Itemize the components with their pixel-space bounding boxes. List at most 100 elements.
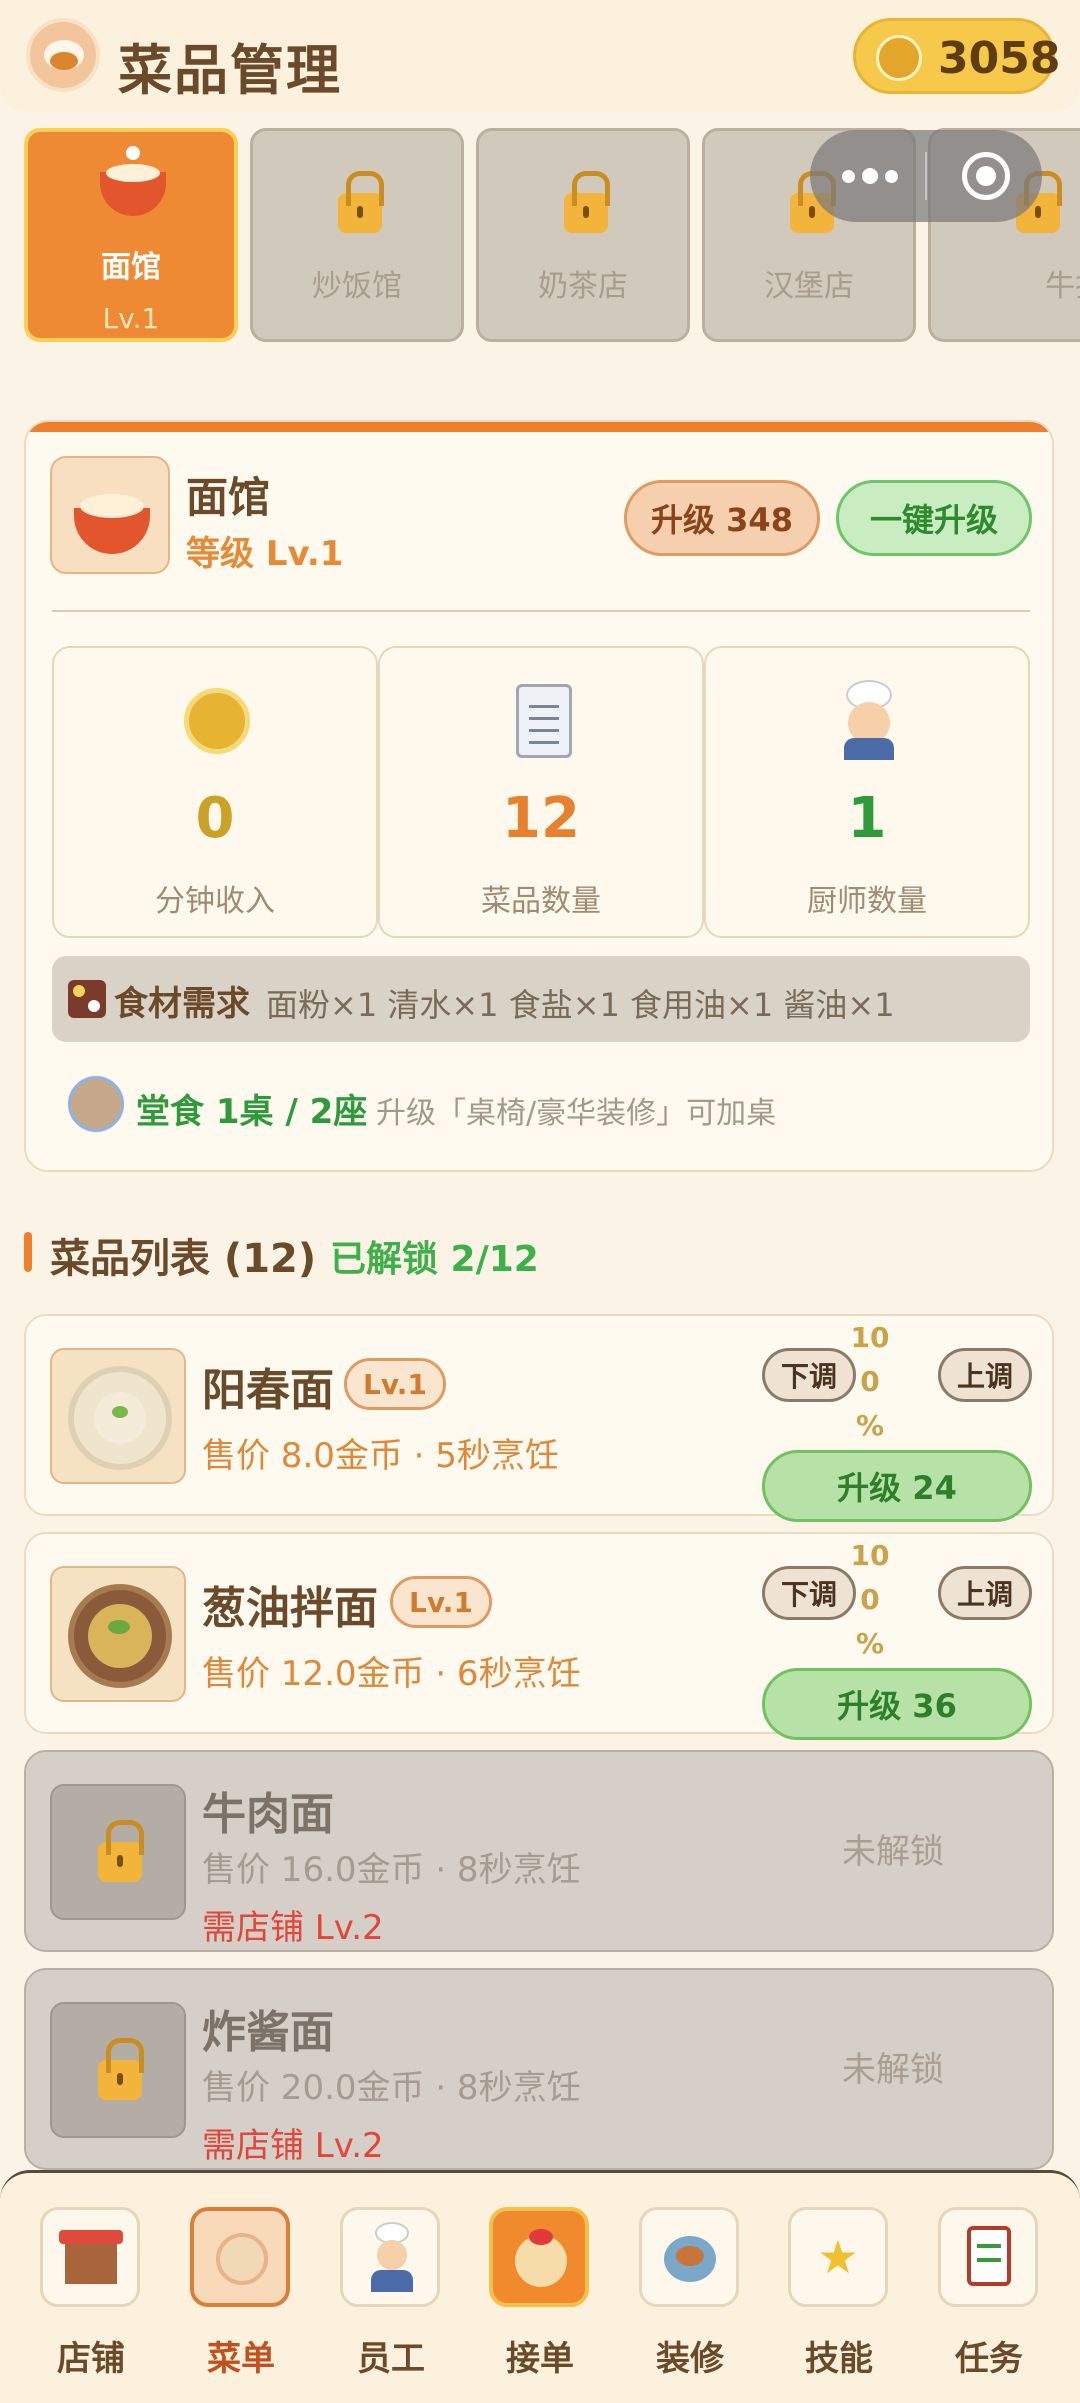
dish-image: [50, 1348, 186, 1484]
tab-label: 炒饭馆: [312, 269, 402, 304]
dish-name: 牛肉面: [202, 1789, 334, 1840]
section-accent-bar: [24, 1232, 32, 1272]
ingredient-requirements: 食材需求 面粉×1 清水×1 食盐×1 食用油×1 酱油×1: [52, 956, 1030, 1042]
nav-label: 任务: [955, 2339, 1023, 2379]
shop-level: 等级 Lv.1: [186, 534, 344, 574]
tab-shop-milk-tea[interactable]: 奶茶店: [476, 128, 690, 342]
dish-price-time: 售价 16.0金币 · 8秒烹饪: [202, 1850, 581, 1890]
menu-clipboard-icon: [516, 684, 572, 758]
nav-label: 菜单: [207, 2339, 275, 2379]
dine-in-hint: 升级「桌椅/豪华装修」可加桌: [376, 1096, 777, 1131]
tab-label: 汉堡店: [764, 269, 854, 304]
dish-card-zhajiang-noodles: 炸酱面 售价 20.0金币 · 8秒烹饪 需店铺 Lv.2 未解锁: [24, 1968, 1054, 2170]
task-icon: [938, 2207, 1038, 2307]
stat-value: 0: [195, 786, 235, 851]
dish-name: 阳春面: [202, 1365, 334, 1416]
top-header: 菜品管理 3058: [0, 0, 1080, 112]
unlocked-count: 已解锁 2/12: [330, 1239, 539, 1280]
lock-icon: [564, 171, 610, 233]
locked-status: 未解锁: [842, 2050, 944, 2090]
price-up-button[interactable]: 上调: [938, 1348, 1032, 1402]
more-icon[interactable]: [810, 130, 926, 222]
dish-price-time: 售价 12.0金币 · 6秒烹饪: [202, 1654, 581, 1694]
upgrade-shop-button[interactable]: 升级 348: [624, 480, 820, 556]
player-avatar[interactable]: [26, 18, 100, 92]
nav-label: 装修: [656, 2339, 724, 2379]
percent-digit: 10: [850, 1539, 890, 1572]
dish-price-time: 售价 8.0金币 · 5秒烹饪: [202, 1436, 559, 1476]
dish-card-scallion-noodles: 葱油拌面 Lv.1 售价 12.0金币 · 6秒烹饪 下调 10 0 % 上调 …: [24, 1532, 1054, 1740]
shop-thumbnail: [50, 456, 170, 574]
chef-icon: [834, 680, 904, 760]
stat-value: 1: [847, 786, 887, 851]
page-title: 菜品管理: [118, 39, 342, 102]
divider: [52, 610, 1030, 612]
tab-label: 面馆: [101, 250, 161, 285]
staff-icon: [340, 2207, 440, 2307]
dish-image: [50, 2002, 186, 2138]
dish-upgrade-button[interactable]: 升级 24: [762, 1450, 1032, 1522]
dish-price-time: 售价 20.0金币 · 8秒烹饪: [202, 2068, 581, 2108]
coin-amount: 3058: [938, 33, 1061, 84]
percent-digit: 0: [860, 1583, 880, 1616]
tab-label: 牛排店: [1045, 269, 1080, 304]
nav-label: 接单: [506, 2339, 574, 2379]
price-percent: 10 0 %: [840, 1316, 900, 1448]
miniprogram-capsule: [810, 130, 1042, 222]
locked-status: 未解锁: [842, 1832, 944, 1872]
dining-table-icon: [68, 1076, 124, 1132]
percent-digit: 10: [850, 1321, 890, 1354]
shop-info-card: 面馆 等级 Lv.1 升级 348 一键升级 0 分钟收入 12 菜品数量 1 …: [24, 420, 1054, 1172]
skill-star-icon: ★: [788, 2207, 888, 2307]
one-click-upgrade-button[interactable]: 一键升级: [836, 480, 1032, 556]
coin-balance[interactable]: 3058: [853, 18, 1060, 94]
dish-name: 葱油拌面: [202, 1583, 378, 1634]
dish-card-yangchun: 阳春面 Lv.1 售价 8.0金币 · 5秒烹饪 下调 10 0 % 上调 升级…: [24, 1314, 1054, 1522]
price-percent: 10 0 %: [840, 1534, 900, 1666]
stat-caption: 分钟收入: [155, 884, 275, 919]
capsule-divider: [925, 152, 927, 200]
shop-icon: [40, 2207, 140, 2307]
tab-label: 奶茶店: [538, 269, 628, 304]
dine-in-capacity: 堂食 1桌 / 2座: [136, 1092, 368, 1132]
card-accent-bar: [26, 422, 1052, 432]
dish-level-badge: Lv.1: [390, 1576, 492, 1628]
stat-income: 0 分钟收入: [52, 646, 378, 938]
stat-caption: 厨师数量: [807, 884, 927, 919]
tab-shop-fried-rice[interactable]: 炒饭馆: [250, 128, 464, 342]
lock-icon: [98, 1820, 144, 1882]
stat-dish-count: 12 菜品数量: [378, 646, 704, 938]
shop-name: 面馆: [186, 473, 271, 522]
unlock-requirement: 需店铺 Lv.2: [202, 1908, 384, 1948]
price-up-button[interactable]: 上调: [938, 1566, 1032, 1620]
close-target-icon[interactable]: [962, 152, 1010, 200]
menu-icon: [190, 2207, 290, 2307]
tab-shop-noodle[interactable]: 面馆 Lv.1: [24, 128, 238, 342]
ingredients-list: 面粉×1 清水×1 食盐×1 食用油×1 酱油×1: [266, 986, 895, 1024]
noodle-bowl-icon: [100, 146, 166, 216]
tab-level: Lv.1: [102, 302, 160, 335]
stat-caption: 菜品数量: [481, 884, 601, 919]
percent-sign: %: [855, 1409, 885, 1442]
dish-image: [50, 1566, 186, 1702]
decor-icon: [639, 2207, 739, 2307]
lock-icon: [98, 2038, 144, 2100]
dish-image: [50, 1784, 186, 1920]
gold-coin-icon: [876, 35, 922, 81]
dish-level-badge: Lv.1: [344, 1358, 446, 1410]
unlock-requirement: 需店铺 Lv.2: [202, 2126, 384, 2166]
dish-card-beef-noodles: 牛肉面 售价 16.0金币 · 8秒烹饪 需店铺 Lv.2 未解锁: [24, 1750, 1054, 1952]
order-icon: [489, 2207, 589, 2307]
gold-coin-icon: [184, 688, 250, 754]
dish-name: 炸酱面: [202, 2007, 334, 2058]
percent-sign: %: [855, 1627, 885, 1660]
bottom-nav: 店铺 菜单 员工 接单 装修 ★ 技能 任务: [0, 2170, 1080, 2403]
stat-chef-count: 1 厨师数量: [704, 646, 1030, 938]
lock-icon: [338, 171, 384, 233]
nav-label: 员工: [357, 2339, 425, 2379]
ingredients-title: 食材需求: [114, 984, 250, 1024]
stat-value: 12: [502, 786, 580, 851]
dish-upgrade-button[interactable]: 升级 36: [762, 1668, 1032, 1740]
nav-label: 店铺: [57, 2339, 125, 2379]
ingredients-icon: [68, 980, 106, 1018]
